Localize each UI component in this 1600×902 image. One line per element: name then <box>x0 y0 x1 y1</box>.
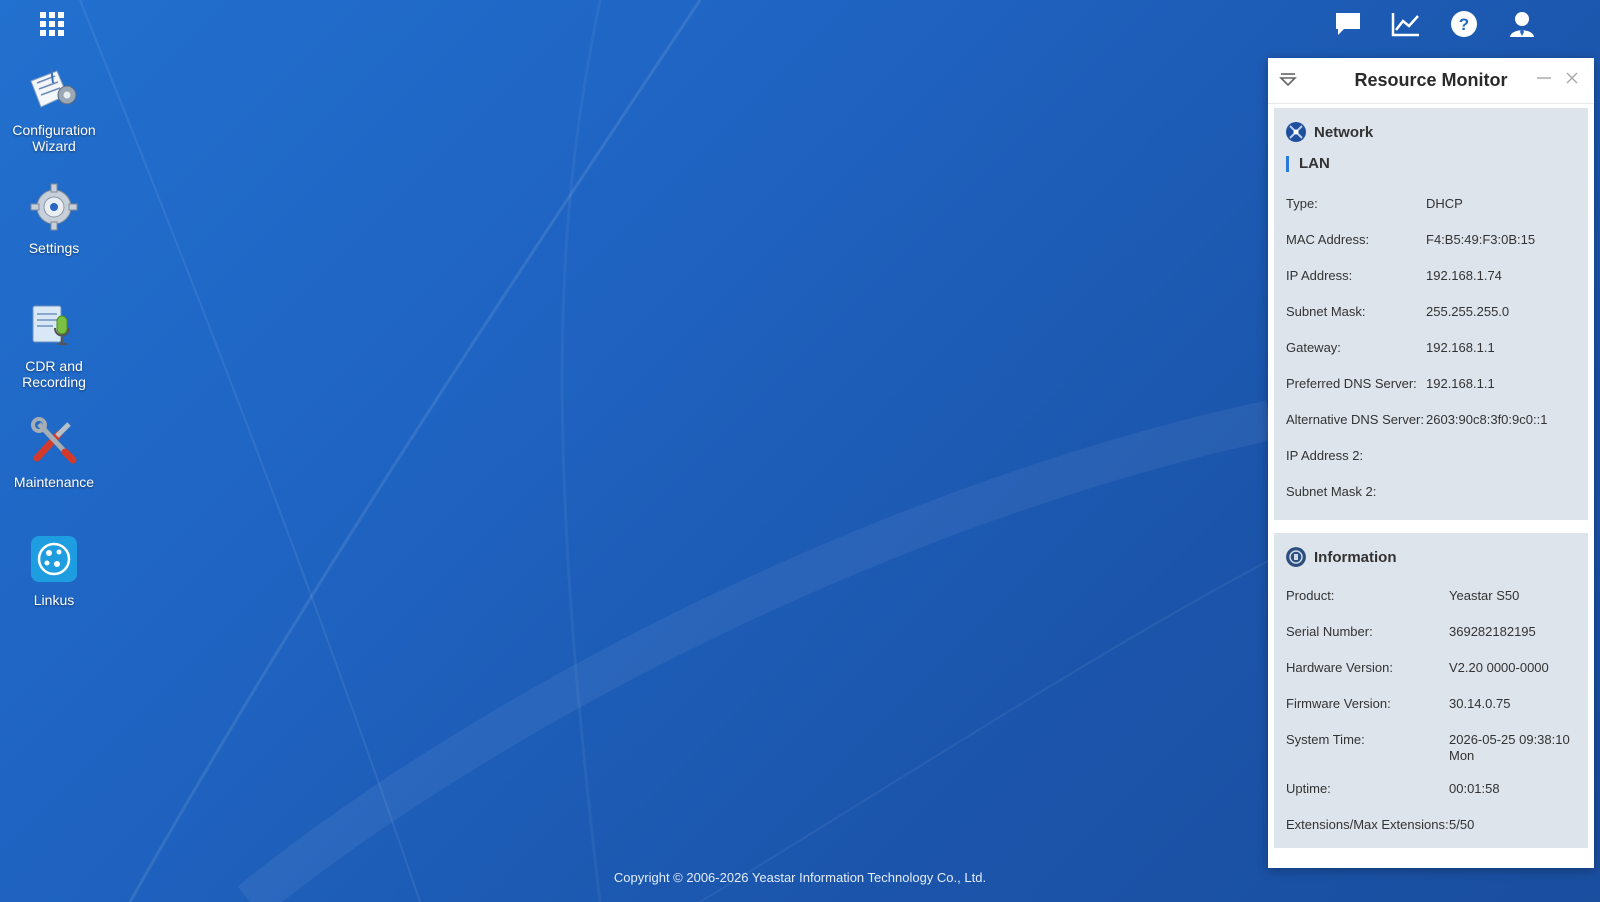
row-key: Serial Number: <box>1286 624 1373 639</box>
desktop-icon-label: Linkus <box>33 592 75 608</box>
network-icon <box>1286 122 1306 142</box>
row-value: 192.168.1.1 <box>1426 340 1495 355</box>
row-value: V2.20 0000-0000 <box>1449 660 1549 675</box>
help-icon[interactable]: ? <box>1446 6 1482 42</box>
network-section: Network LAN Type: DHCP MAC Address: F4:B5:… <box>1274 108 1588 520</box>
row-key: Type: <box>1286 196 1318 211</box>
row-value: 00:01:58 <box>1449 781 1500 796</box>
minimize-icon[interactable] <box>1534 66 1554 90</box>
tools-icon <box>27 414 81 468</box>
desktop-cdr-recording[interactable]: CDR and Recording <box>0 298 108 390</box>
row-key: Uptime: <box>1286 781 1331 796</box>
desktop-settings[interactable]: Settings <box>0 180 108 256</box>
network-title: Network <box>1314 123 1374 141</box>
resource-monitor-header: Resource Monitor <box>1268 58 1594 104</box>
top-toolbar: ? <box>1330 6 1540 42</box>
row-key: System Time: <box>1286 732 1365 747</box>
row-value: 192.168.1.74 <box>1426 268 1502 283</box>
desktop-icon-label: Maintenance <box>13 474 95 490</box>
copyright-footer: Copyright © 2006-2026 Yeastar Informatio… <box>613 870 987 885</box>
row-value: F4:B5:49:F3:0B:15 <box>1426 232 1536 247</box>
row-value: 2026-05-25 09:38:10 Mon <box>1449 732 1570 763</box>
desktop-icon-label: Settings <box>28 240 80 256</box>
row-value: 2603:90c8:3f0:9c0::1 <box>1426 412 1548 427</box>
close-icon[interactable] <box>1562 66 1582 90</box>
row-value: 255.255.255.0 <box>1426 304 1510 319</box>
chat-icon[interactable] <box>1330 6 1366 42</box>
row-key: Extensions/Max Extensions: <box>1286 817 1449 832</box>
desktop-icon-label: CDR and Recording <box>22 358 86 390</box>
row-key: Gateway: <box>1286 340 1341 355</box>
lan-label: LAN <box>1286 156 1330 172</box>
row-key: Subnet Mask 2: <box>1286 484 1377 499</box>
desktop-maintenance[interactable]: Maintenance <box>0 414 108 490</box>
information-section: Information Product: Yeastar S50 Serial N… <box>1274 533 1588 848</box>
gear-icon <box>27 180 81 234</box>
row-key: Alternative DNS Server: <box>1286 412 1424 427</box>
resource-monitor-panel: Resource Monitor Network LAN Type: DHCP M… <box>1268 58 1594 868</box>
desktop-icon-label: Configuration Wizard <box>12 122 96 154</box>
chart-icon[interactable] <box>1388 6 1424 42</box>
row-value: 369282182195 <box>1449 624 1536 639</box>
information-header: Information <box>1286 547 1397 567</box>
row-key: Preferred DNS Server: <box>1286 376 1417 391</box>
apps-menu-button[interactable] <box>38 10 66 38</box>
row-value: 5/50 <box>1449 817 1475 832</box>
row-value: 30.14.0.75 <box>1449 696 1511 711</box>
information-title: Information <box>1314 548 1397 566</box>
network-header: Network <box>1286 122 1373 142</box>
row-key: IP Address: <box>1286 268 1353 283</box>
row-value: 192.168.1.1 <box>1426 376 1495 391</box>
row-key: Firmware Version: <box>1286 696 1391 711</box>
svg-text:?: ? <box>1459 15 1469 34</box>
recording-icon <box>27 298 81 352</box>
row-value: Yeastar S50 <box>1449 588 1520 603</box>
wizard-icon <box>27 62 81 116</box>
row-key: Subnet Mask: <box>1286 304 1366 319</box>
user-icon[interactable] <box>1504 6 1540 42</box>
information-icon <box>1286 547 1306 567</box>
row-key: IP Address 2: <box>1286 448 1364 463</box>
row-key: Hardware Version: <box>1286 660 1393 675</box>
desktop-linkus[interactable]: Linkus <box>0 532 108 608</box>
row-key: Product: <box>1286 588 1335 603</box>
row-key: MAC Address: <box>1286 232 1370 247</box>
desktop-configuration-wizard[interactable]: Configuration Wizard <box>0 62 108 154</box>
row-value: DHCP <box>1426 196 1463 211</box>
linkus-icon <box>27 532 81 586</box>
